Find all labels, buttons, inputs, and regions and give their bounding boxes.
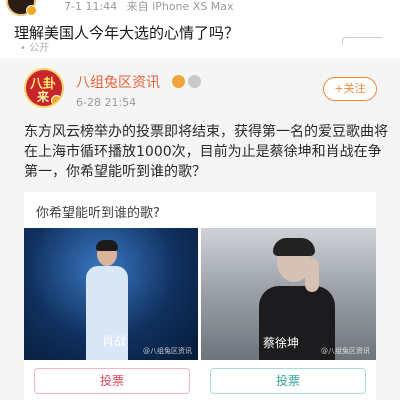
verified-badge-icon: [51, 95, 62, 106]
shared-post-card[interactable]: 八卦 来 八组兔区资讯 6-28 21:54 +关注 东方风云榜举办的投票即将结…: [0, 58, 400, 400]
user-avatar[interactable]: [6, 0, 37, 16]
author-badges: [172, 73, 204, 92]
vote-card: 你希望能听到谁的歌? 肖战 @八组兔区资讯 蔡徐坤 @八组兔区资讯 投票 投票: [24, 192, 376, 400]
follow-button[interactable]: +关注: [323, 77, 377, 101]
verified-badge-icon: [26, 5, 37, 16]
shared-post-time: 6-28 21:54: [76, 96, 137, 109]
vote-question: 你希望能听到谁的歌?: [36, 206, 160, 221]
avatar-logo-text-2: 来: [37, 90, 50, 104]
post-source: 来自 iPhone XS Max: [126, 0, 234, 13]
visibility-label: • 公开: [20, 43, 50, 54]
vote-option-image-right[interactable]: 蔡徐坤 @八组兔区资讯: [201, 228, 376, 360]
vote-option-label: 肖战: [102, 334, 127, 348]
vote-button-left[interactable]: 投票: [34, 368, 190, 394]
author-name[interactable]: 八组兔区资讯: [76, 72, 160, 92]
image-watermark: @八组兔区资讯: [321, 347, 370, 355]
image-watermark: @八组兔区资讯: [143, 347, 192, 355]
level-badge-icon: [188, 75, 201, 88]
vote-button-right[interactable]: 投票: [210, 368, 366, 394]
author-avatar[interactable]: 八卦 来: [24, 68, 64, 108]
shared-post-body: 东方风云榜举办的投票即将结束，获得第一名的爱豆歌曲将在上海市循环播放1000次，…: [24, 124, 388, 180]
post-meta: 7-1 11:44 来自 iPhone XS Max: [64, 0, 234, 14]
vote-option-image-left[interactable]: 肖战 @八组兔区资讯: [24, 228, 198, 360]
post-time: 7-1 11:44: [64, 0, 118, 13]
vote-option-label: 蔡徐坤: [263, 336, 300, 350]
more-menu-icon[interactable]: [342, 37, 382, 45]
fan-badge-icon: [172, 75, 185, 88]
